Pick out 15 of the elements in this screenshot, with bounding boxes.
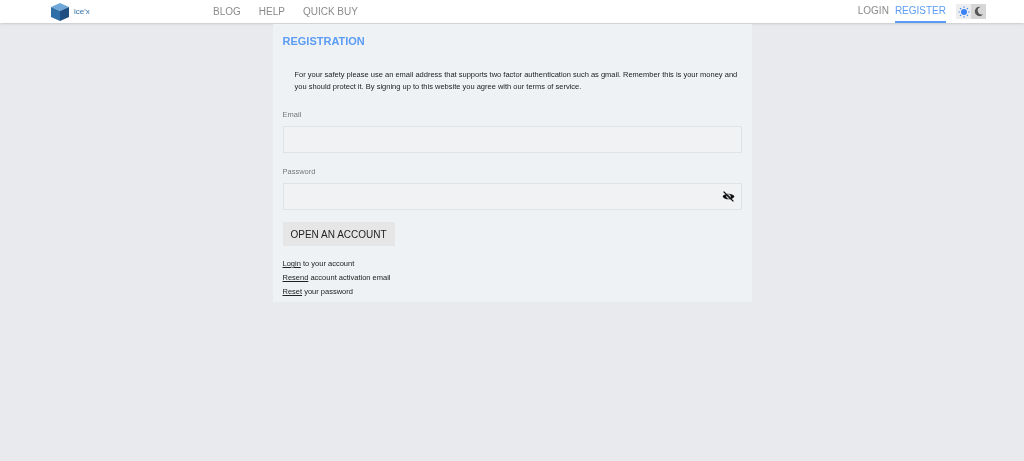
nav-link[interactable]: REGISTER [894,0,946,23]
sun-icon [957,5,970,18]
nav-link[interactable]: HELP [258,4,285,19]
cube-logo-icon [50,1,70,22]
moon-icon [973,6,984,17]
nav-link[interactable]: BLOG [213,4,241,19]
eye-off-icon[interactable] [721,191,735,202]
password-field[interactable] [282,183,742,210]
theme-toggle[interactable] [971,4,986,19]
theme-toggle[interactable] [956,4,971,19]
nav-link[interactable]: QUICK BUY [302,4,358,19]
form-title: REGISTRATION [282,34,366,49]
nav-link[interactable]: LOGIN [857,0,889,23]
logo-text: ice'x [74,5,90,18]
open-account-button[interactable]: OPEN AN ACCOUNT [282,222,395,246]
